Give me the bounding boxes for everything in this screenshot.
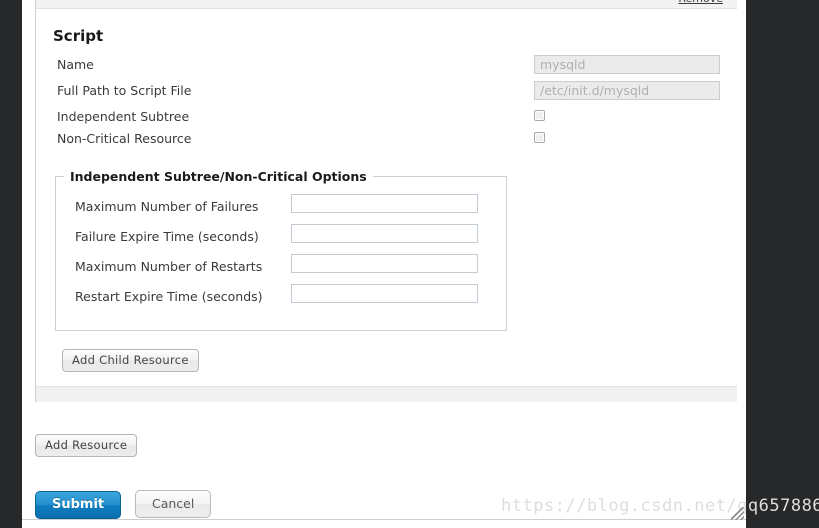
max-restarts-input[interactable] — [291, 254, 478, 273]
page-canvas: Remove Script Name Full Path to Script F… — [22, 0, 819, 528]
field-control-non-critical-resource — [534, 129, 545, 143]
field-row-independent-subtree: Independent Subtree — [57, 107, 737, 129]
script-field-list: Name Full Path to Script File Independen… — [36, 55, 737, 151]
add-resource-button[interactable]: Add Resource — [35, 434, 138, 457]
field-label-script-path: Full Path to Script File — [57, 83, 192, 98]
option-control-max-failures — [291, 194, 478, 213]
add-child-resource-button[interactable]: Add Child Resource — [62, 349, 199, 372]
field-label-name: Name — [57, 57, 94, 72]
page-title: Script — [53, 27, 104, 45]
failure-expire-time-input[interactable] — [291, 224, 478, 243]
field-label-non-critical-resource: Non-Critical Resource — [57, 131, 192, 146]
field-control-script-path — [534, 81, 720, 100]
option-control-restart-expire-time — [291, 284, 478, 303]
name-input[interactable] — [534, 55, 720, 74]
option-row-max-failures: Maximum Number of Failures — [56, 194, 506, 224]
field-label-independent-subtree: Independent Subtree — [57, 109, 190, 124]
options-fieldset-legend: Independent Subtree/Non-Critical Options — [70, 169, 367, 184]
option-control-max-restarts — [291, 254, 478, 273]
option-control-failure-expire-time — [291, 224, 478, 243]
resource-panel-header: Remove — [36, 0, 737, 9]
field-control-name — [534, 55, 720, 74]
option-label-max-failures: Maximum Number of Failures — [75, 199, 259, 214]
resource-panel-body: Script Name Full Path to Script File Ind… — [36, 9, 737, 386]
restart-expire-time-input[interactable] — [291, 284, 478, 303]
form-action-bar: Submit Cancel — [35, 490, 212, 519]
option-row-restart-expire-time: Restart Expire Time (seconds) — [56, 284, 506, 314]
add-resource-row: Add Resource — [35, 434, 138, 457]
option-row-max-restarts: Maximum Number of Restarts — [56, 254, 506, 284]
option-label-max-restarts: Maximum Number of Restarts — [75, 259, 263, 274]
browser-chrome-right-gutter — [746, 0, 819, 528]
resize-grip-icon[interactable] — [731, 507, 744, 520]
independent-subtree-options-fieldset: Independent Subtree/Non-Critical Options… — [55, 169, 507, 331]
option-row-failure-expire-time: Failure Expire Time (seconds) — [56, 224, 506, 254]
field-control-independent-subtree — [534, 107, 545, 121]
submit-button[interactable]: Submit — [35, 491, 122, 519]
field-row-name: Name — [57, 55, 737, 81]
script-resource-panel: Remove Script Name Full Path to Script F… — [35, 0, 737, 402]
field-row-non-critical-resource: Non-Critical Resource — [57, 129, 737, 151]
page-bottom-divider — [22, 519, 746, 520]
independent-subtree-checkbox[interactable] — [534, 110, 545, 121]
script-path-input[interactable] — [534, 81, 720, 100]
resource-panel-footer — [36, 386, 737, 402]
field-row-script-path: Full Path to Script File — [57, 81, 737, 107]
max-failures-input[interactable] — [291, 194, 478, 213]
option-label-failure-expire-time: Failure Expire Time (seconds) — [75, 229, 259, 244]
remove-resource-link[interactable]: Remove — [678, 0, 723, 5]
browser-chrome-left-gutter — [0, 0, 22, 528]
add-child-resource-row: Add Child Resource — [36, 331, 737, 386]
option-label-restart-expire-time: Restart Expire Time (seconds) — [75, 289, 263, 304]
cancel-button[interactable]: Cancel — [134, 490, 212, 518]
non-critical-resource-checkbox[interactable] — [534, 132, 545, 143]
